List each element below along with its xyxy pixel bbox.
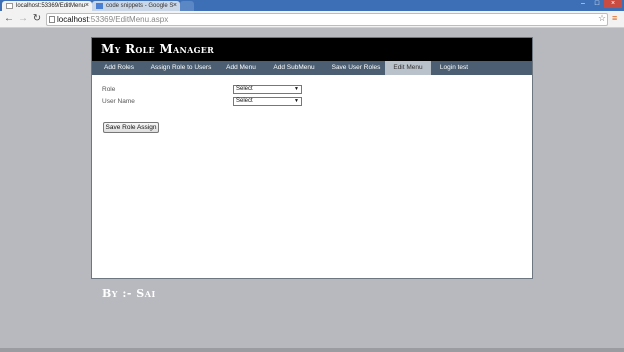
username-select-value: Select <box>236 98 253 104</box>
bottom-bar <box>0 348 624 352</box>
menu-item-save-user-roles[interactable]: Save User Roles <box>326 61 386 75</box>
browser-toolbar: ← → ↻ localhost:53369/EditMenu.aspx <box>0 11 624 28</box>
browser-tab-inactive[interactable]: code snippets - Google S × <box>92 1 180 11</box>
menu-item-add-menu[interactable]: Add Menu <box>222 61 260 75</box>
tab-title: code snippets - Google S <box>106 3 174 9</box>
app-title: My Role Manager <box>92 38 532 61</box>
minimize-icon[interactable]: – <box>576 0 590 8</box>
new-tab-button[interactable] <box>180 1 194 11</box>
dropdown-arrow-icon: ▼ <box>294 98 299 104</box>
page-container: My Role Manager Add Roles Assign Role to… <box>91 37 533 279</box>
back-arrow-icon[interactable]: ← <box>3 13 15 25</box>
forward-arrow-icon[interactable]: → <box>17 13 29 25</box>
username-label: User Name <box>102 98 135 105</box>
role-select[interactable]: Select ▼ <box>233 85 302 94</box>
author-signature: By :- Sai <box>102 287 156 300</box>
browser-menu-icon[interactable]: ≡ <box>612 13 617 23</box>
reload-icon[interactable]: ↻ <box>31 13 43 25</box>
menu-item-login-test[interactable]: Login test <box>434 61 474 75</box>
browser-tab-active[interactable]: localhost:53369/EditMenu × <box>2 1 92 11</box>
role-select-value: Select <box>236 86 253 92</box>
role-label: Role <box>102 86 116 93</box>
tab-close-icon[interactable]: × <box>173 1 177 11</box>
menu-item-edit-menu[interactable]: Edit Menu <box>385 61 431 75</box>
tab-close-icon[interactable]: × <box>85 1 89 11</box>
main-menu-bar: Add Roles Assign Role to Users Add Menu … <box>92 61 532 75</box>
username-select[interactable]: Select ▼ <box>233 97 302 106</box>
browser-tabstrip: localhost:53369/EditMenu × code snippets… <box>0 0 624 11</box>
bookmark-star-icon[interactable]: ☆ <box>598 13 606 24</box>
menu-item-add-submenu[interactable]: Add SubMenu <box>268 61 320 75</box>
address-bar[interactable]: localhost:53369/EditMenu.aspx <box>46 13 608 26</box>
dropdown-arrow-icon: ▼ <box>294 86 299 92</box>
page-favicon-icon <box>6 3 13 9</box>
menu-item-assign-role[interactable]: Assign Role to Users <box>146 61 216 75</box>
menu-item-add-roles[interactable]: Add Roles <box>98 61 140 75</box>
url-path: :53369/EditMenu.aspx <box>88 15 169 24</box>
google-favicon-icon <box>96 3 103 9</box>
url-host: localhost <box>57 15 89 24</box>
window-close-icon[interactable]: × <box>604 0 622 8</box>
tab-title: localhost:53369/EditMenu <box>16 3 86 9</box>
page-icon <box>49 16 55 23</box>
save-role-assign-button[interactable]: Save Role Assign <box>103 122 159 133</box>
maximize-icon[interactable]: □ <box>590 0 604 8</box>
